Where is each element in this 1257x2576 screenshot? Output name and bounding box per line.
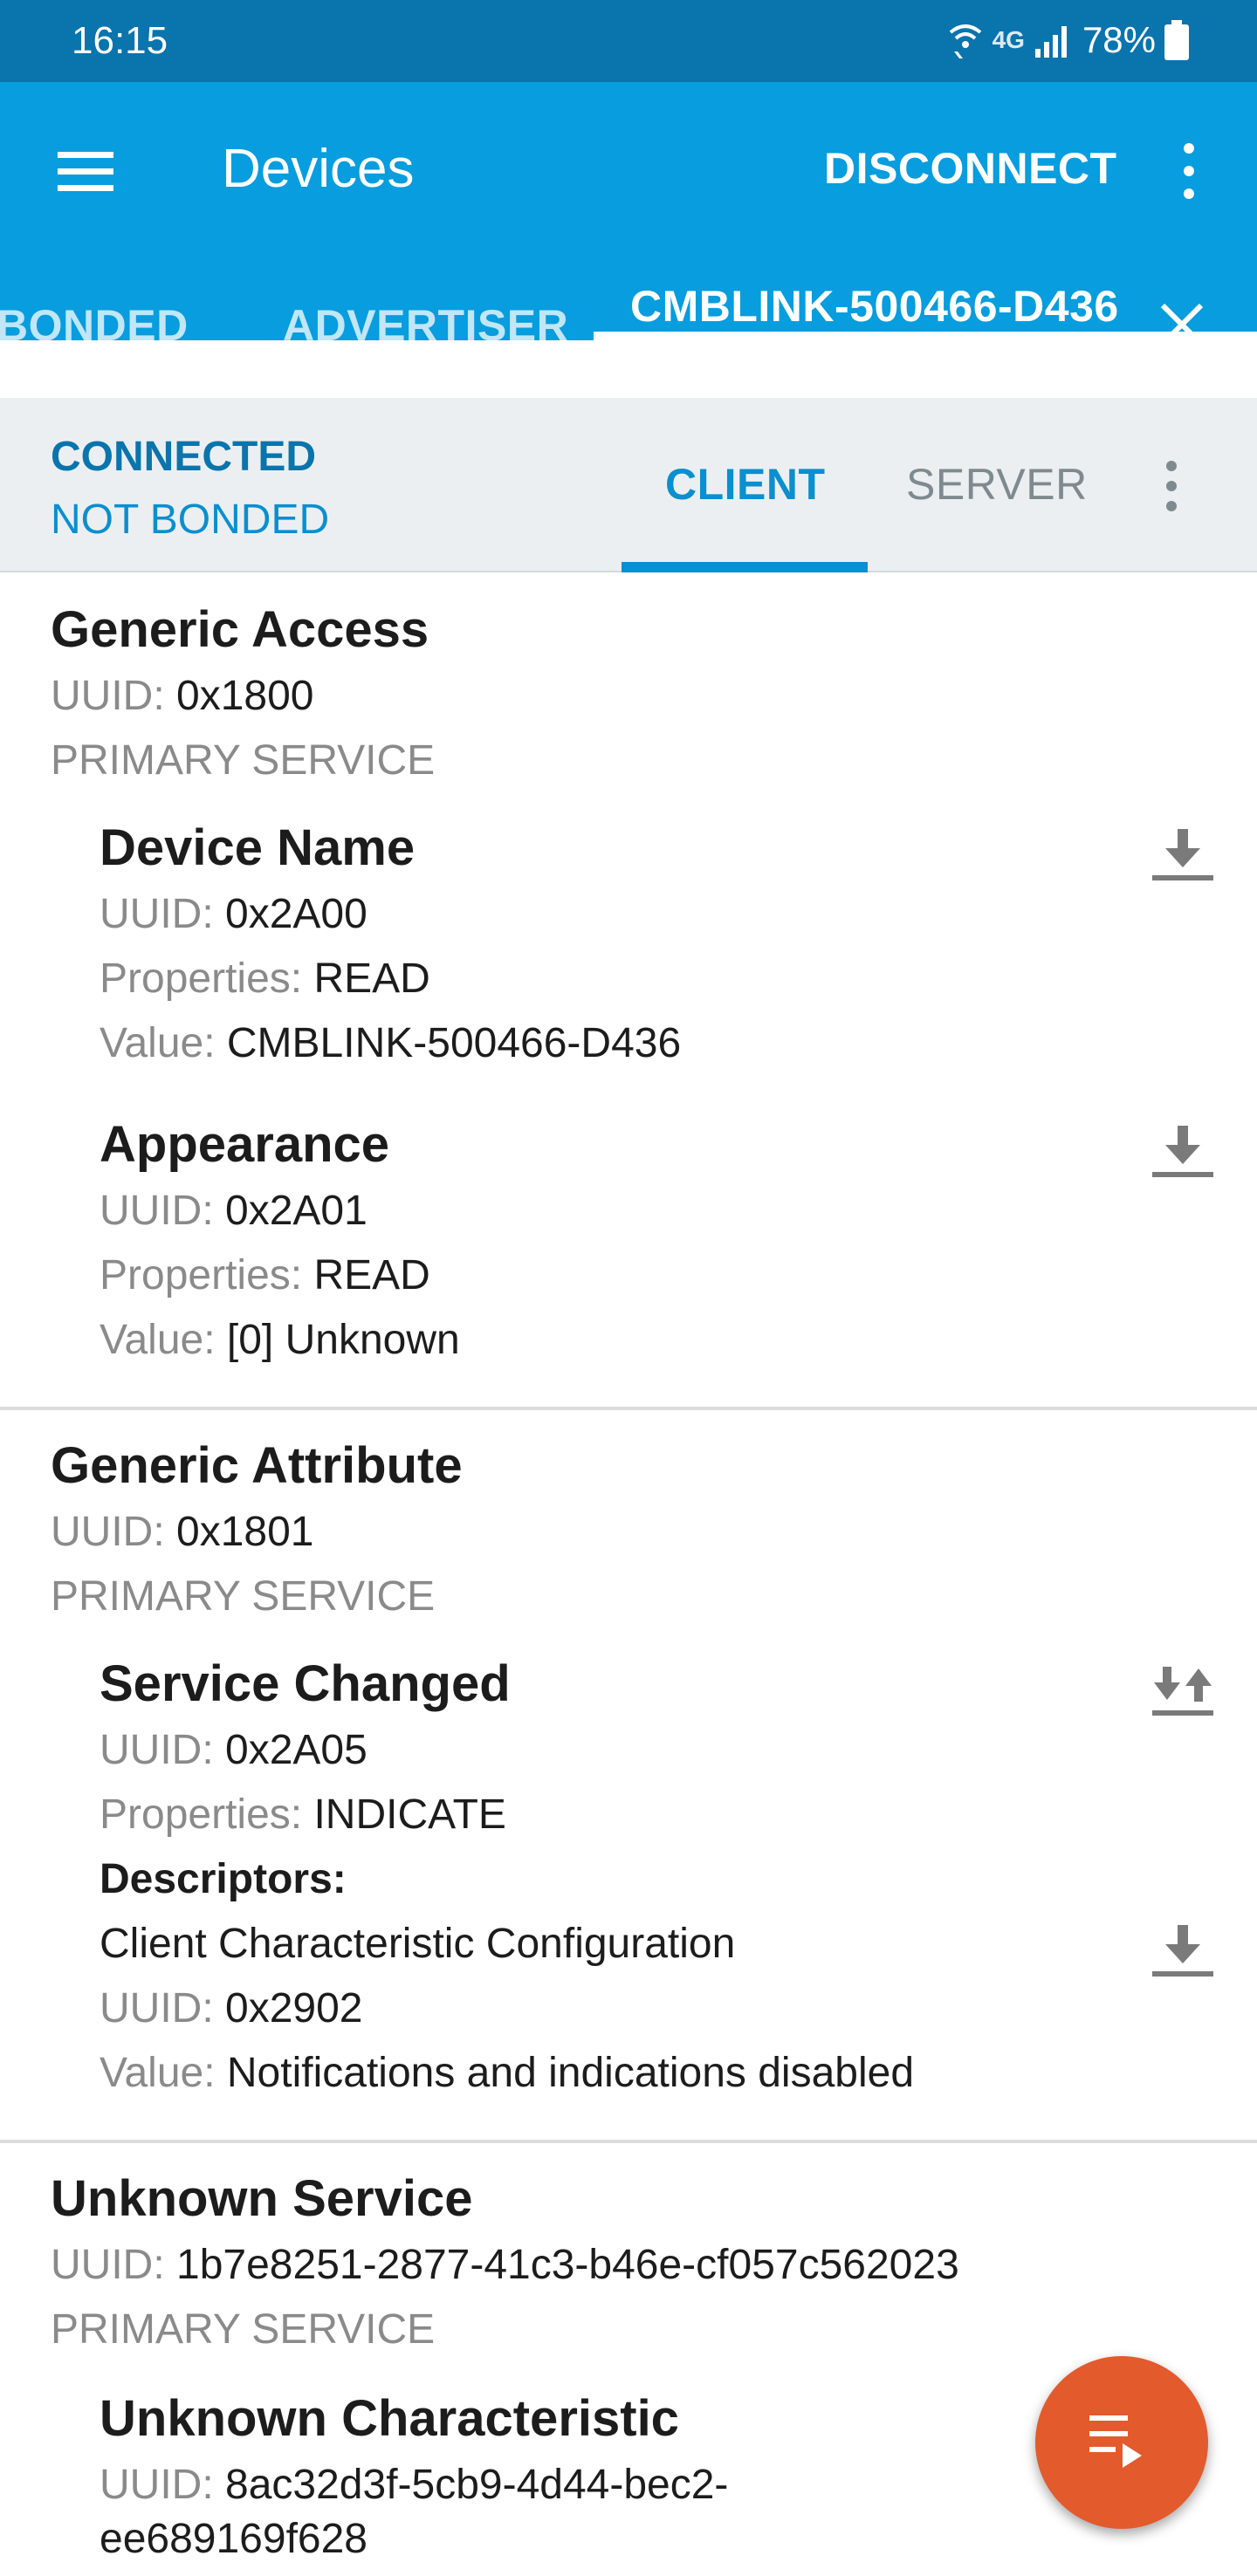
battery-percent: 78%	[1082, 19, 1156, 60]
characteristic-uuid-continued: ee689169f628	[100, 2516, 367, 2562]
tab-advertiser[interactable]: ADVERTISER	[283, 300, 568, 351]
characteristic-value-row: Value: [0] Unknown	[100, 1316, 460, 1364]
uuid-label: UUID:	[51, 673, 165, 719]
page-title: Devices	[222, 139, 415, 199]
value-label: Value:	[100, 1020, 216, 1066]
client-tab-indicator	[622, 562, 868, 572]
device-tabs: BONDED ADVERTISER CMBLINK-500466-D436 22…	[0, 257, 1257, 372]
characteristic-value: CMBLINK-500466-D436	[226, 1020, 682, 1066]
log-fab-button[interactable]	[1035, 2356, 1208, 2529]
characteristic-uuid: 0x2A01	[225, 1188, 367, 1234]
service-uuid-row: UUID: 0x1800	[51, 672, 314, 720]
service-uuid: 0x1801	[176, 1509, 314, 1555]
characteristic-uuid-row: UUID: 0x2A05	[100, 1726, 367, 1774]
descriptor-uuid: 0x2902	[225, 1985, 363, 2031]
disconnect-button[interactable]: DISCONNECT	[824, 143, 1117, 194]
service-uuid-row: UUID: 0x1801	[51, 1508, 314, 1556]
characteristic-properties: READ	[313, 1252, 430, 1298]
descriptors-heading: Descriptors:	[100, 1856, 347, 1902]
service-type: PRIMARY SERVICE	[51, 737, 436, 784]
bond-state: NOT BONDED	[51, 497, 330, 543]
service-type: PRIMARY SERVICE	[51, 2306, 436, 2353]
characteristic-properties: INDICATE	[313, 1792, 506, 1838]
characteristic-properties-row: Properties: READ	[100, 955, 430, 1003]
network-type-label: 4G	[992, 26, 1025, 53]
service-uuid: 0x1800	[176, 673, 314, 719]
descriptor-value-row: Value: Notifications and indications dis…	[100, 2049, 914, 2097]
indicate-icon[interactable]	[1151, 1665, 1215, 1721]
descriptor-name: Client Characteristic Configuration	[100, 1921, 736, 1967]
characteristic-value: [0] Unknown	[226, 1317, 460, 1363]
device-tab-indicator	[594, 332, 1257, 340]
tab-client[interactable]: CLIENT	[665, 459, 826, 510]
characteristic-uuid: 0x2A05	[225, 1727, 367, 1773]
connection-state: CONNECTED	[51, 434, 317, 480]
uuid-label: UUID:	[100, 1188, 214, 1234]
descriptor-uuid-row: UUID: 0x2902	[100, 1984, 363, 2032]
read-icon[interactable]	[1151, 827, 1215, 883]
characteristic-uuid: 8ac32d3f-5cb9-4d44-bec2-	[225, 2462, 729, 2508]
app-root: 16:15 4G 78% Devices DISCONNECT BONDED A…	[0, 0, 1257, 2576]
characteristic-name: Unknown Characteristic	[100, 2390, 679, 2447]
characteristic-properties-row: Properties: READ	[100, 1251, 430, 1299]
uuid-label: UUID:	[100, 2462, 214, 2508]
characteristic-uuid-row: UUID: 0x2A00	[100, 890, 367, 938]
characteristic-name: Device Name	[100, 819, 416, 876]
characteristic-uuid: 0x2A00	[225, 891, 367, 937]
app-bar: Devices DISCONNECT BONDED ADVERTISER CMB…	[0, 82, 1257, 372]
uuid-label: UUID:	[100, 891, 214, 937]
status-icons: 4G 78%	[947, 17, 1189, 63]
service-item[interactable]: Generic Attribute UUID: 0x1801 PRIMARY S…	[0, 1410, 1257, 2140]
characteristic-name: Service Changed	[100, 1655, 511, 1712]
descriptor-value: Notifications and indications disabled	[226, 2050, 915, 2096]
service-uuid: 1b7e8251-2877-41c3-b46e-cf057c562023	[176, 2242, 959, 2288]
characteristic-uuid-row: UUID: 8ac32d3f-5cb9-4d44-bec2-	[100, 2461, 728, 2509]
read-icon[interactable]	[1151, 1923, 1215, 1979]
service-type: PRIMARY SERVICE	[51, 1573, 436, 1620]
battery-icon	[1164, 20, 1189, 60]
uuid-label: UUID:	[100, 1985, 214, 2031]
uuid-label: UUID:	[51, 2242, 165, 2288]
properties-label: Properties:	[100, 1252, 303, 1298]
wifi-calling-icon	[947, 20, 984, 60]
hamburger-menu-icon[interactable]	[54, 140, 117, 202]
uuid-label: UUID:	[51, 1509, 165, 1555]
properties-label: Properties:	[100, 1792, 303, 1838]
device-name: CMBLINK-500466-D436	[630, 282, 1119, 331]
properties-label: Properties:	[100, 956, 303, 1002]
more-options-icon[interactable]	[1170, 138, 1208, 204]
status-bar: 16:15 4G 78%	[0, 0, 1257, 82]
service-item[interactable]: Generic Access UUID: 0x1800 PRIMARY SERV…	[0, 574, 1257, 1407]
more-options-icon[interactable]	[1154, 456, 1189, 517]
characteristic-properties: READ	[313, 956, 430, 1002]
service-uuid-row: UUID: 1b7e8251-2877-41c3-b46e-cf057c5620…	[51, 2241, 959, 2289]
read-icon[interactable]	[1151, 1124, 1215, 1180]
status-time: 16:15	[72, 19, 168, 62]
service-name: Unknown Service	[51, 2170, 473, 2227]
service-name: Generic Access	[51, 601, 429, 658]
characteristic-name: Appearance	[100, 1116, 390, 1173]
characteristic-value-row: Value: CMBLINK-500466-D436	[100, 1019, 681, 1067]
signal-icon	[1034, 23, 1074, 58]
tab-server[interactable]: SERVER	[906, 459, 1088, 510]
value-label: Value:	[100, 1317, 216, 1363]
characteristic-properties-row: Properties: INDICATE	[100, 1791, 506, 1839]
tab-bonded[interactable]: BONDED	[0, 300, 189, 351]
service-name: Generic Attribute	[51, 1437, 463, 1494]
close-device-tab-icon[interactable]	[1157, 300, 1206, 349]
uuid-label: UUID:	[100, 1727, 214, 1773]
log-list-icon	[1089, 2415, 1142, 2468]
connection-bar: CONNECTED NOT BONDED CLIENT SERVER	[0, 398, 1257, 572]
value-label: Value:	[100, 2050, 216, 2096]
characteristic-uuid-row: UUID: 0x2A01	[100, 1187, 367, 1235]
